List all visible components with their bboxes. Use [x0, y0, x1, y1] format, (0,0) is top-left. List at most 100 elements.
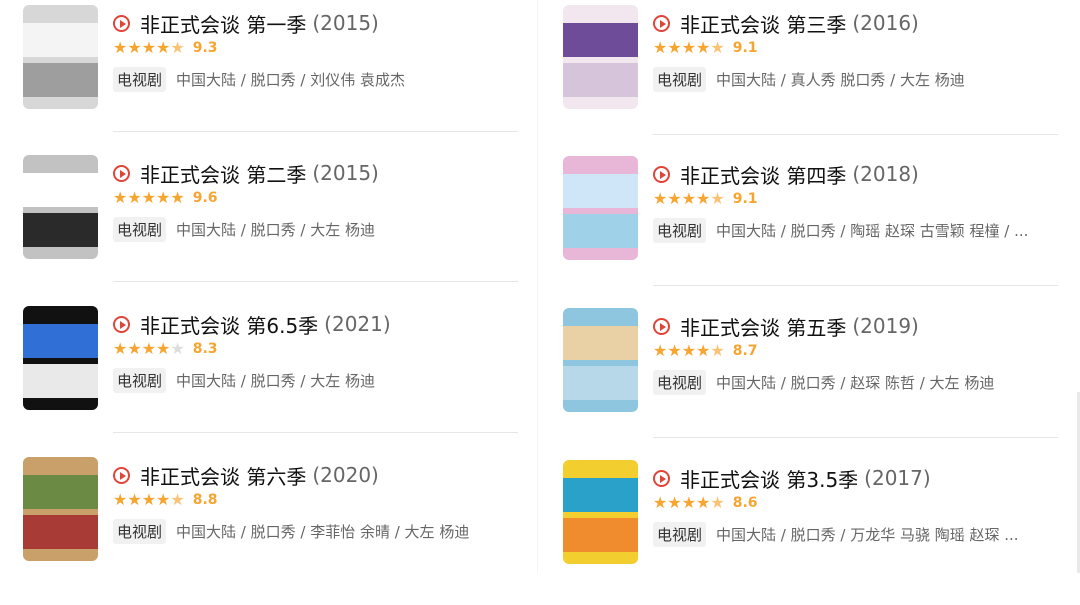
- title-row: 非正式会谈 第一季 (2015): [113, 9, 379, 38]
- star-icon: ★: [170, 188, 185, 207]
- category-tag: 电视剧: [113, 216, 167, 242]
- show-item[interactable]: 非正式会谈 第6.5季 (2021) ★★★★★ 8.3 电视剧 中国大陆 / …: [0, 301, 535, 451]
- show-year: (2020): [312, 463, 379, 487]
- show-title[interactable]: 非正式会谈 第五季: [680, 312, 846, 341]
- meta-row: 电视剧 中国大陆 / 脱口秀 / 陶瑶 赵琛 古雪颖 程橦 / ...: [653, 217, 1028, 243]
- star-icon: ★: [653, 38, 668, 57]
- show-poster[interactable]: [23, 5, 98, 109]
- meta-row: 电视剧 中国大陆 / 脱口秀 / 万龙华 马骁 陶瑶 赵琛 ...: [653, 521, 1019, 547]
- show-title[interactable]: 非正式会谈 第三季: [680, 9, 846, 38]
- show-poster[interactable]: [563, 156, 638, 260]
- star-icon: ★: [667, 38, 682, 57]
- show-poster[interactable]: [23, 306, 98, 410]
- star-icon: ★: [141, 339, 157, 358]
- show-item[interactable]: 非正式会谈 第三季 (2016) ★★★★★ 9.1 电视剧 中国大陆 / 真人…: [540, 0, 1080, 150]
- poster-band: [563, 478, 638, 512]
- poster-band: [563, 366, 638, 400]
- rating-score: 8.7: [732, 343, 758, 359]
- poster-band: [563, 518, 638, 552]
- category-tag: 电视剧: [113, 518, 167, 544]
- star-icon: ★: [681, 341, 697, 360]
- poster-band: [563, 63, 638, 97]
- star-icon: ★: [653, 493, 668, 512]
- show-year: (2015): [312, 11, 379, 35]
- show-meta: 中国大陆 / 真人秀 脱口秀 / 大左 杨迪: [716, 70, 965, 89]
- item-divider: [653, 437, 1058, 438]
- meta-row: 电视剧 中国大陆 / 脱口秀 / 大左 杨迪: [113, 216, 375, 242]
- meta-row: 电视剧 中国大陆 / 脱口秀 / 赵琛 陈哲 / 大左 杨迪: [653, 369, 994, 395]
- title-row: 非正式会谈 第五季 (2019): [653, 312, 919, 341]
- rating-row: ★★★★★ 9.1: [653, 38, 758, 58]
- item-divider: [653, 285, 1058, 286]
- show-poster[interactable]: [563, 308, 638, 412]
- rating-row: ★★★★★ 9.3: [113, 38, 218, 58]
- poster-band: [23, 63, 98, 97]
- show-item[interactable]: 非正式会谈 第六季 (2020) ★★★★★ 8.8 电视剧 中国大陆 / 脱口…: [0, 452, 535, 602]
- item-divider: [113, 432, 518, 433]
- show-poster[interactable]: [563, 5, 638, 109]
- play-icon[interactable]: [653, 469, 670, 487]
- title-row: 非正式会谈 第六季 (2020): [113, 461, 379, 490]
- poster-band: [563, 174, 638, 208]
- star-icon: ★: [681, 189, 697, 208]
- star-empty-icon: ★: [170, 339, 185, 358]
- show-title[interactable]: 非正式会谈 第3.5季: [680, 464, 858, 493]
- meta-row: 电视剧 中国大陆 / 脱口秀 / 大左 杨迪: [113, 367, 375, 393]
- poster-band: [563, 23, 638, 57]
- star-icon: ★: [653, 189, 668, 208]
- show-poster[interactable]: [23, 457, 98, 561]
- show-item[interactable]: 非正式会谈 第二季 (2015) ★★★★★ 9.6 电视剧 中国大陆 / 脱口…: [0, 150, 535, 300]
- show-title[interactable]: 非正式会谈 第二季: [140, 159, 306, 188]
- play-icon[interactable]: [653, 165, 670, 183]
- star-icon: ★: [127, 38, 142, 57]
- show-title[interactable]: 非正式会谈 第四季: [680, 160, 846, 189]
- show-meta: 中国大陆 / 脱口秀 / 万龙华 马骁 陶瑶 赵琛 ...: [716, 525, 1019, 544]
- poster-band: [23, 364, 98, 398]
- star-icon: ★: [696, 493, 711, 512]
- show-poster[interactable]: [563, 460, 638, 564]
- star-rating: ★★★★★: [113, 40, 185, 56]
- title-row: 非正式会谈 第二季 (2015): [113, 159, 379, 188]
- show-meta: 中国大陆 / 脱口秀 / 大左 杨迪: [176, 371, 375, 390]
- title-row: 非正式会谈 第三季 (2016): [653, 9, 919, 38]
- show-item[interactable]: 非正式会谈 第五季 (2019) ★★★★★ 8.7 电视剧 中国大陆 / 脱口…: [540, 303, 1080, 453]
- show-title[interactable]: 非正式会谈 第6.5季: [140, 310, 318, 339]
- item-divider: [653, 134, 1058, 135]
- show-item[interactable]: 非正式会谈 第四季 (2018) ★★★★★ 9.1 电视剧 中国大陆 / 脱口…: [540, 151, 1080, 301]
- star-rating: ★★★★★: [113, 492, 185, 508]
- show-title[interactable]: 非正式会谈 第六季: [140, 461, 306, 490]
- star-icon: ★: [156, 188, 171, 207]
- star-rating: ★★★★★: [653, 495, 725, 511]
- star-rating: ★★★★★: [653, 343, 725, 359]
- play-icon[interactable]: [653, 317, 670, 335]
- poster-band: [23, 324, 98, 358]
- play-icon[interactable]: [113, 466, 130, 484]
- show-item[interactable]: 非正式会谈 第3.5季 (2017) ★★★★★ 8.6 电视剧 中国大陆 / …: [540, 455, 1080, 605]
- rating-score: 9.6: [192, 190, 218, 206]
- star-icon: ★: [667, 189, 682, 208]
- show-meta: 中国大陆 / 脱口秀 / 陶瑶 赵琛 古雪颖 程橦 / ...: [716, 221, 1029, 240]
- show-poster[interactable]: [23, 155, 98, 259]
- category-tag: 电视剧: [653, 66, 707, 92]
- play-icon[interactable]: [653, 14, 670, 32]
- star-icon: ★: [653, 341, 668, 360]
- star-half-icon: ★: [710, 189, 725, 208]
- star-icon: ★: [681, 493, 697, 512]
- star-icon: ★: [113, 188, 128, 207]
- poster-band: [23, 515, 98, 549]
- show-item[interactable]: 非正式会谈 第一季 (2015) ★★★★★ 9.3 电视剧 中国大陆 / 脱口…: [0, 0, 535, 150]
- meta-row: 电视剧 中国大陆 / 脱口秀 / 李菲怡 余晴 / 大左 杨迪: [113, 518, 469, 544]
- show-meta: 中国大陆 / 脱口秀 / 李菲怡 余晴 / 大左 杨迪: [176, 522, 470, 541]
- meta-row: 电视剧 中国大陆 / 真人秀 脱口秀 / 大左 杨迪: [653, 66, 965, 92]
- star-icon: ★: [113, 339, 128, 358]
- star-icon: ★: [667, 341, 682, 360]
- rating-score: 9.1: [732, 40, 758, 56]
- play-icon[interactable]: [113, 164, 130, 182]
- star-half-icon: ★: [170, 38, 185, 57]
- play-icon[interactable]: [113, 14, 130, 32]
- poster-band: [23, 475, 98, 509]
- star-icon: ★: [127, 188, 142, 207]
- show-title[interactable]: 非正式会谈 第一季: [140, 9, 306, 38]
- star-half-icon: ★: [170, 490, 185, 509]
- play-icon[interactable]: [113, 315, 130, 333]
